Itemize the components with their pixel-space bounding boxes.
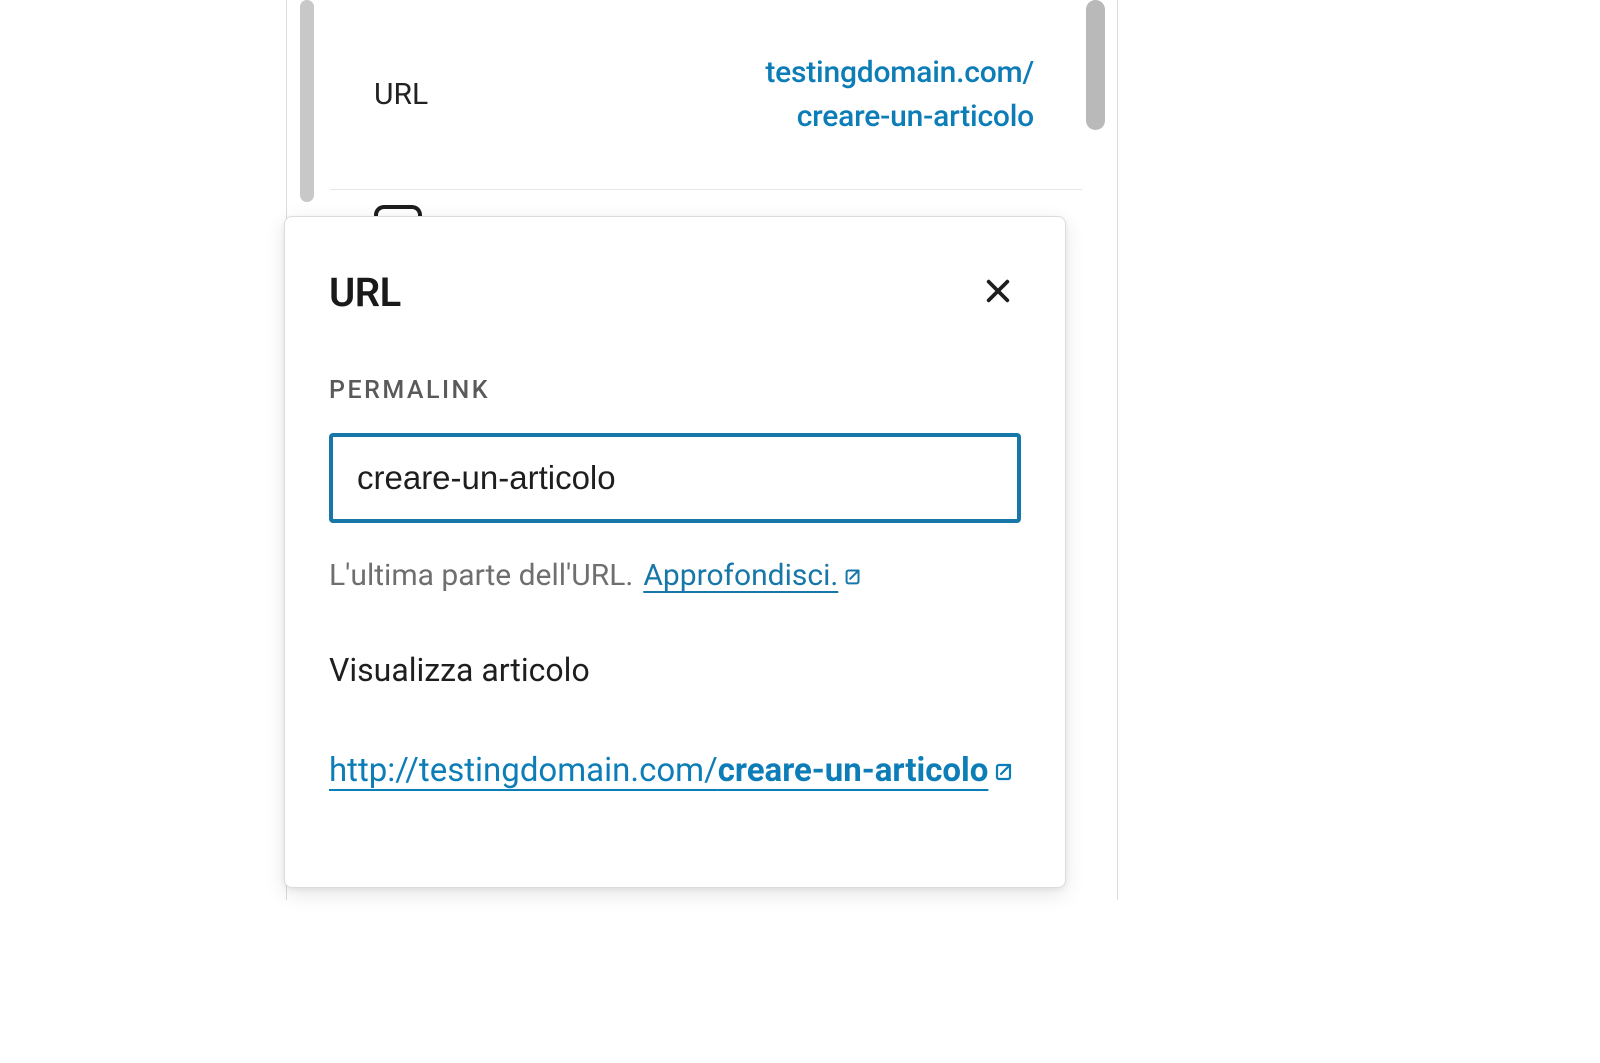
view-article-label: Visualizza articolo	[329, 651, 1021, 689]
external-link-icon	[992, 747, 1016, 800]
full-url-prefix: http://testingdomain.com/	[329, 751, 718, 790]
popover-header: URL	[329, 269, 1021, 316]
permalink-help-text: L'ultima parte dell'URL. Approfondisci.	[329, 557, 1021, 597]
close-button[interactable]	[975, 270, 1021, 316]
url-row-value-line1: testingdomain.com/	[765, 55, 1034, 90]
learn-more-link-text: Approfondisci.	[643, 558, 838, 593]
url-setting-row[interactable]: URL testingdomain.com/ creare-un-articol…	[330, 0, 1082, 190]
popover-title: URL	[329, 269, 401, 316]
permalink-input[interactable]	[329, 433, 1021, 523]
permalink-field-label: PERMALINK	[329, 376, 1021, 405]
full-url-slug: creare-un-articolo	[718, 751, 989, 790]
external-link-icon	[842, 559, 864, 597]
full-url-link[interactable]: http://testingdomain.com/creare-un-artic…	[329, 751, 1016, 790]
close-icon	[982, 275, 1014, 310]
url-row-value: testingdomain.com/ creare-un-articolo	[765, 51, 1034, 138]
url-row-label: URL	[374, 77, 428, 112]
scrollbar-thumb-outer[interactable]	[1086, 0, 1105, 130]
learn-more-link[interactable]: Approfondisci.	[643, 557, 864, 597]
scrollbar-thumb-inner[interactable]	[300, 0, 314, 202]
url-row-value-line2: creare-un-articolo	[797, 99, 1034, 134]
permalink-help-text-static: L'ultima parte dell'URL.	[329, 557, 633, 595]
url-popover: URL PERMALINK L'ultima parte dell'URL. A…	[284, 216, 1066, 888]
